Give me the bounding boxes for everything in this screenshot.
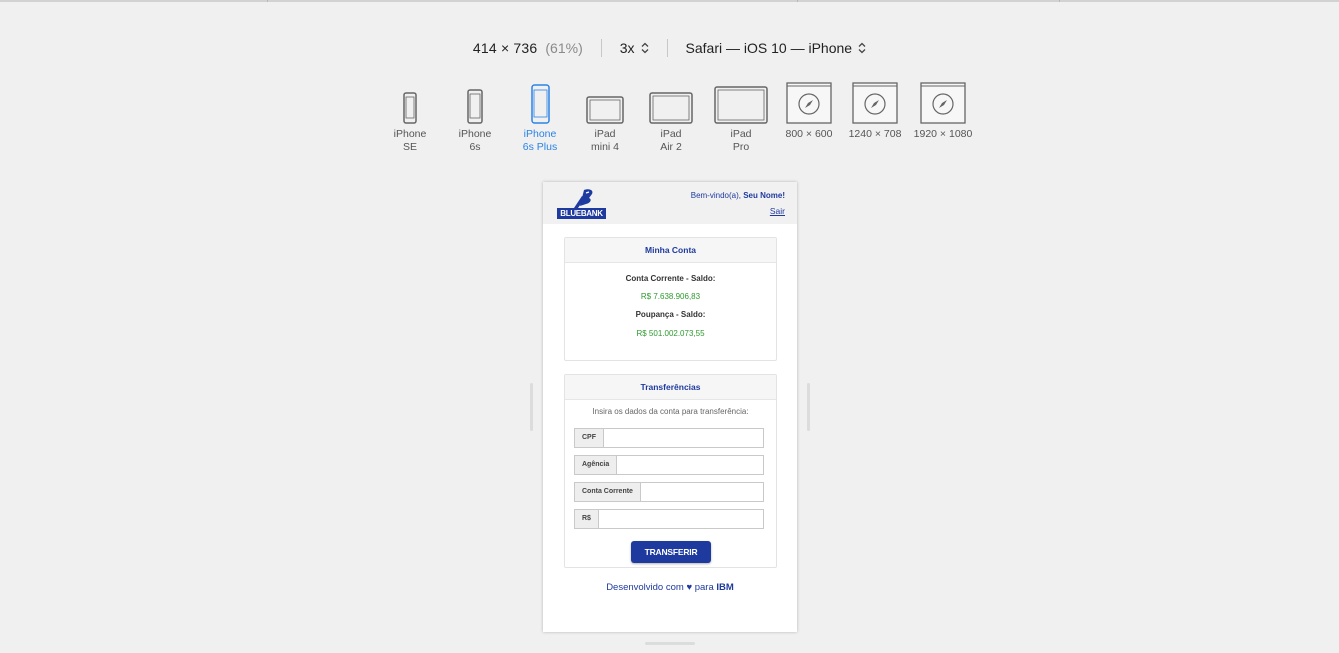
account-card: Minha Conta Conta Corrente - Saldo: R$ 7…	[564, 237, 777, 361]
logo-wordmark: BLUEBANK	[557, 208, 606, 219]
updown-chevron-icon	[858, 42, 866, 54]
logout-link[interactable]: Sair	[770, 206, 785, 216]
pixel-ratio-select[interactable]: 3x	[620, 40, 649, 56]
cpf-input[interactable]	[604, 429, 763, 447]
device-ipad-pro[interactable]: iPad Pro	[714, 82, 768, 154]
transfer-hint: Insira os dados da conta para transferên…	[592, 407, 749, 416]
device-800x600[interactable]: 800 × 600	[783, 82, 835, 141]
cpf-field: CPF	[574, 428, 764, 448]
user-agent-select[interactable]: Safari — iOS 10 — iPhone	[686, 40, 867, 56]
device-iphone-6s-plus[interactable]: iPhone 6s Plus	[519, 82, 561, 154]
device-iphone-se[interactable]: iPhone SE	[389, 82, 431, 154]
zoom-percentage: (61%)	[545, 40, 583, 56]
savings-label: Poupança - Saldo:	[635, 310, 706, 319]
agencia-field: Agência	[574, 455, 764, 475]
transfer-card: Transferências Insira os dados da conta …	[564, 374, 777, 568]
transfer-button[interactable]: TRANSFERIR	[631, 541, 711, 563]
app-footer: Desenvolvido com ♥ para IBM	[543, 582, 797, 593]
footer-prefix: Desenvolvido com	[606, 582, 687, 593]
device-label: 1920 × 1080	[913, 128, 973, 140]
field-addon: R$	[575, 510, 599, 528]
device-label: 800 × 600	[785, 128, 833, 140]
device-ipad-mini-4[interactable]: iPad mini 4	[584, 82, 626, 154]
window-top-border	[0, 0, 1339, 2]
device-label: iPhone 6s	[458, 128, 492, 153]
phone-icon	[530, 82, 550, 124]
footer-brand: IBM	[716, 582, 734, 593]
bottom-resize-handle[interactable]	[645, 642, 695, 645]
device-1920x1080[interactable]: 1920 × 1080	[912, 82, 974, 141]
responsive-toolbar: 414 × 736 (61%) 3x Safari — iOS 10 — iPh…	[0, 38, 1339, 58]
app-header: BLUEBANK Bem-vindo(a), Seu Nome! Sair	[543, 182, 797, 224]
user-agent-value: Safari — iOS 10 — iPhone	[685, 40, 853, 56]
amount-field: R$	[574, 509, 764, 529]
field-addon: CPF	[575, 429, 604, 447]
toolbar-divider	[666, 39, 668, 57]
savings-balance: R$ 501.002.073,55	[636, 329, 705, 338]
device-label: iPad Pro	[730, 128, 752, 153]
safari-compass-icon	[852, 82, 898, 124]
device-label: iPhone SE	[393, 128, 427, 153]
phone-icon	[403, 82, 417, 124]
conta-corrente-field: Conta Corrente	[574, 482, 764, 502]
device-label: iPad mini 4	[590, 128, 619, 153]
agencia-input[interactable]	[617, 456, 763, 474]
phone-icon	[467, 82, 483, 124]
account-balances: Conta Corrente - Saldo: R$ 7.638.906,83 …	[565, 274, 776, 338]
account-card-title: Minha Conta	[565, 238, 776, 263]
device-label: iPhone 6s Plus	[522, 128, 558, 153]
device-iphone-6s[interactable]: iPhone 6s	[454, 82, 496, 154]
welcome-prefix: Bem-vindo(a),	[690, 191, 744, 200]
welcome-message: Bem-vindo(a), Seu Nome!	[691, 191, 785, 200]
transfer-card-title: Transferências	[565, 375, 776, 400]
device-label: iPad Air 2	[660, 128, 682, 153]
footer-mid: para	[692, 582, 717, 593]
amount-input[interactable]	[598, 510, 763, 528]
conta-corrente-input[interactable]	[640, 483, 763, 501]
checking-label: Conta Corrente - Saldo:	[625, 274, 716, 283]
safari-compass-icon	[920, 82, 966, 124]
updown-chevron-icon	[641, 42, 649, 54]
device-ipad-air-2[interactable]: iPad Air 2	[649, 82, 693, 154]
device-presets: iPhone SE iPhone 6s iPhone 6s Plus iPad …	[389, 82, 974, 162]
left-resize-handle[interactable]	[530, 383, 533, 431]
tablet-icon	[586, 82, 624, 124]
pixel-ratio-value: 3x	[619, 40, 635, 56]
toolbar-divider	[600, 39, 602, 57]
safari-compass-icon	[786, 82, 832, 124]
tablet-icon	[649, 82, 693, 124]
viewport-dimensions: 414 × 736	[472, 40, 538, 56]
tablet-icon	[714, 82, 768, 124]
right-resize-handle[interactable]	[807, 383, 810, 431]
device-1240x708[interactable]: 1240 × 708	[847, 82, 903, 141]
field-addon: Conta Corrente	[575, 483, 641, 501]
device-viewport: BLUEBANK Bem-vindo(a), Seu Nome! Sair Mi…	[543, 182, 797, 632]
device-label: 1240 × 708	[848, 128, 902, 140]
field-addon: Agência	[575, 456, 618, 474]
user-name: Seu Nome!	[743, 191, 785, 200]
checking-balance: R$ 7.638.906,83	[640, 292, 701, 301]
